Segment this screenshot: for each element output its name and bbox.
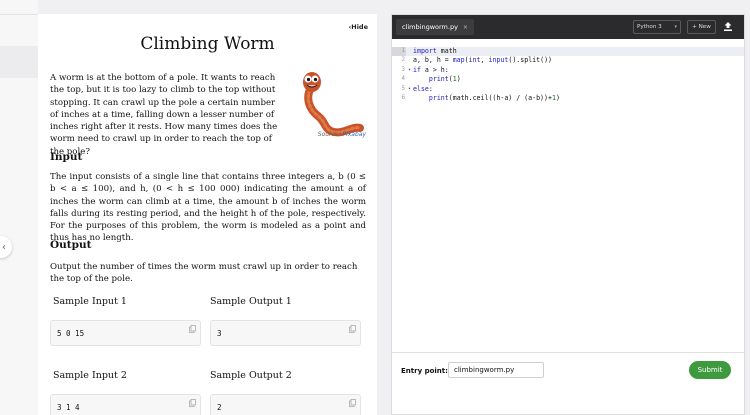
hide-label: Hide	[351, 23, 368, 31]
code-token: if	[413, 65, 421, 74]
nav-band	[0, 46, 38, 78]
code-token: ().split())	[508, 56, 553, 65]
problem-title: Climbing Worm	[140, 34, 275, 54]
upload-icon[interactable]	[723, 21, 733, 32]
line-number: 2	[401, 57, 406, 64]
entry-point-input[interactable]	[448, 362, 544, 378]
code-token: int	[468, 56, 481, 65]
sample-input-value: 5 0 15	[57, 329, 85, 338]
output-description: Output the number of times the worm must…	[50, 262, 358, 285]
sample-output-value: 2	[217, 403, 222, 412]
sample-input-value: 3 1 4	[57, 403, 80, 412]
problem-intro: A worm is at the bottom of a pole. It wa…	[50, 73, 278, 157]
code-line[interactable]: 5 ▾ else:	[392, 85, 744, 94]
sample-input-label: Sample Input 1	[53, 296, 127, 307]
code-line[interactable]: 1 import math	[392, 47, 744, 57]
output-heading: Output	[50, 239, 92, 251]
sample-output-label: Sample Output 1	[210, 296, 292, 307]
code-token: print	[428, 93, 449, 102]
code-editor-panel: climbingworm.py × Python 3 ▾ + New 1 impo…	[391, 14, 745, 415]
submit-button[interactable]: Submit	[689, 361, 731, 379]
entry-point-label: Entry point:	[401, 367, 448, 375]
fold-icon[interactable]: ▾	[406, 85, 413, 94]
copy-icon[interactable]	[189, 325, 196, 333]
sample-input-label: Sample Input 2	[53, 370, 127, 381]
line-number: 6	[401, 94, 406, 101]
image-source: Source: Pixabay	[296, 131, 366, 138]
hide-button[interactable]: ‹Hide	[349, 23, 368, 31]
code-token: import	[413, 47, 437, 55]
code-token: input	[488, 56, 509, 65]
file-tab-label: climbingworm.py	[402, 23, 458, 31]
chevron-down-icon: ▾	[674, 24, 677, 30]
sample-output-label: Sample Output 2	[210, 370, 292, 381]
code-token: else	[413, 84, 429, 93]
editor-footer: Entry point: Submit	[392, 352, 744, 390]
code-line[interactable]: 6 print (math.ceil((h-a) / (a-b))+ 1)	[392, 94, 744, 103]
problem-panel: ‹Hide Climbing Worm Source: Pixabay A wo…	[38, 14, 377, 415]
line-number: 1	[392, 47, 406, 57]
chevron-left-icon: ‹	[2, 241, 6, 253]
copy-icon[interactable]	[349, 325, 356, 333]
input-description: The input consists of a single line that…	[50, 172, 366, 244]
code-token: math	[436, 47, 457, 55]
source-link[interactable]: Pixabay	[342, 131, 366, 138]
input-heading: Input	[50, 151, 83, 163]
sample-output-box[interactable]: 3	[210, 320, 361, 346]
fold-icon[interactable]: ▾	[406, 66, 413, 75]
code-token: print	[428, 75, 449, 84]
left-navigation-strip	[0, 0, 38, 415]
code-line[interactable]: 2 a, b, h = map(int, input ().split())	[392, 56, 744, 65]
copy-icon[interactable]	[349, 399, 356, 407]
code-area[interactable]: 1 import math 2 a, b, h = map(int, input ().…	[392, 47, 744, 103]
close-tab-icon[interactable]: ×	[463, 24, 468, 31]
code-token: a, b, h =	[413, 56, 453, 65]
line-number: 5	[401, 85, 406, 92]
source-prefix: Source:	[317, 131, 341, 138]
code-token: )	[456, 75, 461, 84]
code-token: a > h:	[420, 65, 449, 74]
code-token: )	[555, 93, 560, 102]
line-number: 4	[401, 76, 406, 83]
divider	[0, 14, 38, 15]
worm-illustration	[303, 72, 364, 137]
sample-output-box[interactable]: 2	[210, 394, 361, 415]
line-number: 3	[401, 66, 406, 73]
sample-input-box[interactable]: 5 0 15	[50, 320, 201, 346]
new-file-button[interactable]: + New	[687, 20, 716, 34]
sample-input-box[interactable]: 3 1 4	[50, 394, 201, 415]
file-tab[interactable]: climbingworm.py ×	[396, 19, 474, 35]
code-token: :	[428, 84, 433, 93]
copy-icon[interactable]	[189, 399, 196, 407]
language-value: Python 3	[637, 24, 662, 30]
code-token: (math.ceil((h-a) / (a-b))+	[448, 93, 552, 102]
code-line[interactable]: 3 ▾ if a > h:	[392, 66, 744, 75]
editor-toolbar: climbingworm.py × Python 3 ▾ + New	[392, 15, 744, 39]
language-select[interactable]: Python 3 ▾	[633, 20, 681, 34]
code-line[interactable]: 4 print(1)	[392, 75, 744, 84]
code-token: map	[452, 56, 465, 65]
code-token: ,	[480, 56, 489, 65]
sample-output-value: 3	[217, 329, 222, 338]
